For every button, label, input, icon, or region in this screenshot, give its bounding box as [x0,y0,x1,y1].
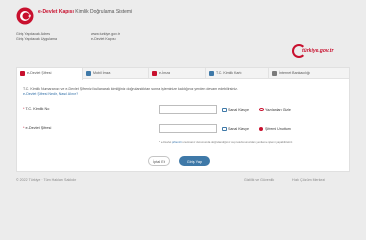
turkiye-gov-logo: türkiye.gov.tr [292,44,340,58]
tab-e-signature[interactable]: e-İmza [149,68,206,79]
turkiye-gov-logo-text: türkiye.gov.tr [302,48,334,54]
tab-edevlet-password[interactable]: e-Devlet Şifresi [17,68,83,80]
tc-input[interactable] [159,105,217,114]
info-text: T.C. Kimlik Numaranızı ve e-Devlet Şifre… [23,87,345,97]
application-value: e-Devlet Kapısı [91,37,116,41]
help-dot-icon [259,126,263,131]
application-label: Giriş Yapılacak Uygulama [16,37,58,41]
password-input[interactable] [159,124,217,133]
brand-name: e-Devlet Kapısı [38,9,74,15]
password-label: * e-Devlet Şifresi [23,126,52,130]
phone-icon [86,71,91,76]
subheader-labels: Giriş Yapılacak Adres Giriş Yapılacak Uy… [16,32,57,42]
tab-mobile-signature[interactable]: Mobil İmza [83,68,149,79]
login-card: e-Devlet Şifresi Mobil İmza e-İmza T.C. … [16,67,350,172]
subheader: Giriş Yapılacak Adres Giriş Yapılacak Uy… [16,32,350,58]
copyright-text: © 2022 Türkiye · Tüm Hakları Saklıdır [16,178,77,182]
brand-title: e-Devlet Kapısı Kimlik Doğrulama Sistemi [38,9,132,15]
key-icon [20,71,25,76]
virtual-keyboard-button[interactable]: Sanal Klavye [222,107,249,112]
signature-icon [152,71,157,76]
tab-label: Mobil İmza [93,71,111,75]
tc-label: * T.C. Kimlik No [23,107,50,111]
login-button[interactable]: Giriş Yap [179,156,210,166]
password-row: * e-Devlet Şifresi Sanal Klavye Şifremi … [23,124,345,134]
footer: © 2022 Türkiye · Tüm Hakları Saklıdır Gi… [16,178,350,186]
tc-row: * T.C. Kimlik No Sanal Klavye Yazılanlar… [23,105,345,115]
virtual-keyboard-button-2[interactable]: Sanal Klavye [222,126,249,131]
login-method-tabs: e-Devlet Şifresi Mobil İmza e-İmza T.C. … [17,68,349,80]
keyboard-icon [222,126,227,131]
hide-input-toggle[interactable]: Yazılanları Gizle [259,108,291,112]
eye-icon [259,108,264,111]
id-card-icon [209,71,214,76]
bank-icon [272,71,277,76]
action-buttons: İptal Et Giriş Yap [17,156,349,168]
keyboard-icon [222,107,227,112]
forgot-password-link[interactable]: Şifremi Unuttum [259,126,291,131]
tab-label: e-Devlet Şifresi [27,71,52,75]
subheader-values: www.turkiye.gov.tr e-Devlet Kapısı [91,32,120,42]
help-center-link[interactable]: Hızlı Çözüm Merkezi [292,178,325,182]
tab-label: e-İmza [159,71,170,75]
tab-internet-banking[interactable]: İnternet Bankacılığı [269,68,349,79]
tab-label: T.C. Kimlik Kartı [216,71,242,75]
brand-subtitle: Kimlik Doğrulama Sistemi [75,9,133,15]
note-password-link[interactable]: şifrenizi [172,140,181,144]
password-help-link[interactable]: e-Devlet Şifresi Nedir, Nasıl Alınır? [23,92,78,96]
page: e-Devlet Kapısı Kimlik Doğrulama Sistemi… [0,0,366,218]
privacy-link[interactable]: Gizlilik ve Güvenlik [244,178,274,182]
tab-label: İnternet Bankacılığı [279,71,310,75]
header: e-Devlet Kapısı Kimlik Doğrulama Sistemi [16,6,350,28]
cancel-button[interactable]: İptal Et [148,156,170,166]
password-note: * e-Devlet şifrenizi unutmanız durumunda… [159,140,294,144]
tab-id-card[interactable]: T.C. Kimlik Kartı [206,68,269,79]
edevlet-logo-icon [16,7,34,25]
